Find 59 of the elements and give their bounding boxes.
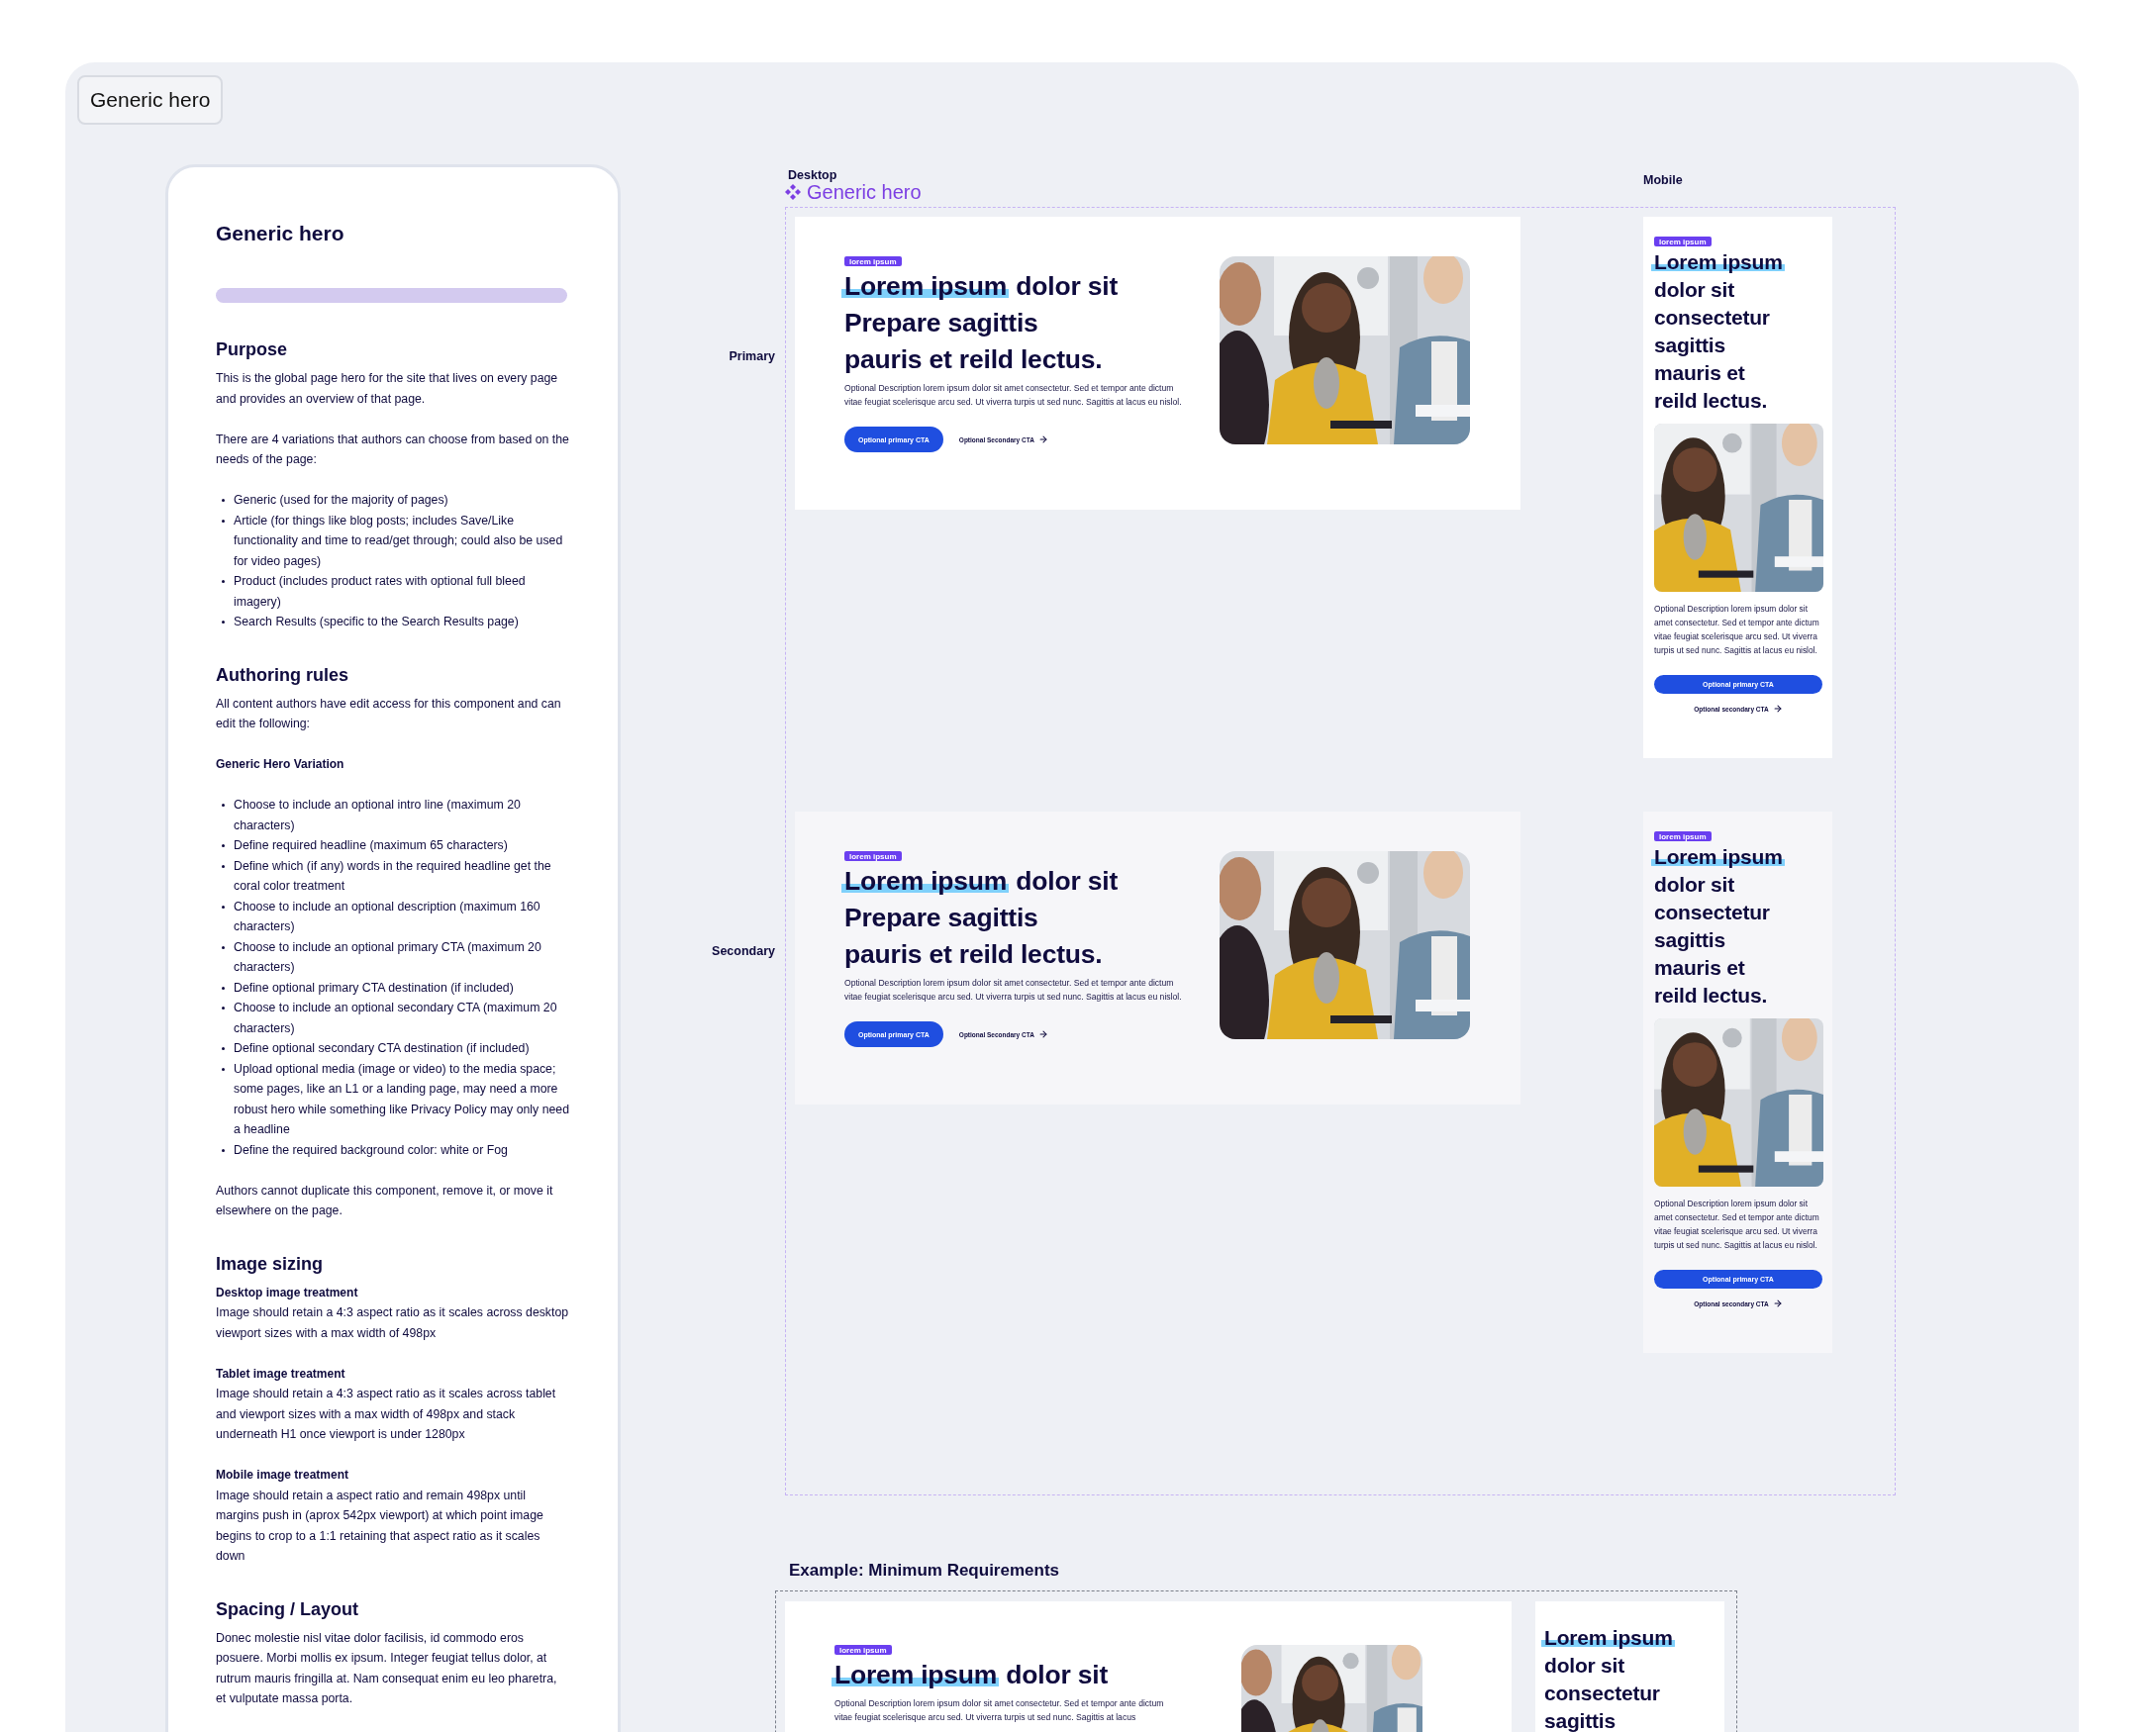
list-item: Define optional secondary CTA destination (if included): [221, 1038, 570, 1059]
list-item: Define which (if any) words in the required headline get the coral color treatment: [221, 855, 570, 897]
section-heading: Image sizing: [216, 1252, 325, 1276]
body-text: Donec molestie nisl vitae dolor facilisis, id commodo eros posuere. Morbi mollis ex ipsum. Integer feugiat tellus dolor, at rutrum mauris fringilla at. Nam consequat enim eu leo pharetra, et vulputate massa porta.: [216, 1629, 558, 1707]
intro-tag: lorem ipsum: [1654, 237, 1712, 246]
hero-headline: Lorem ipsum dolor sit: [834, 1657, 1109, 1693]
arrow-right-icon: [1037, 1029, 1048, 1039]
list-item: Choose to include an optional secondary CTA (maximum 20 characters): [221, 998, 570, 1038]
intro-tag: lorem ipsum: [844, 256, 902, 266]
list-item: Define optional primary CTA destination (if included): [221, 977, 570, 998]
component-icon: [785, 184, 801, 200]
list-item: Choose to include an optional primary CTA (maximum 20 characters): [221, 936, 570, 978]
body-text: There are 4 variations that authors can choose from based on the needs of the page:: [216, 431, 570, 468]
hero-headline: Lorem ipsum dolor sit consectetur sagittis mauris et reild lectus.: [1654, 248, 1785, 415]
intro-tag: lorem ipsum: [1654, 831, 1712, 841]
list-item: Search Results (specific to the Search Results page): [221, 612, 570, 632]
section-heading: Authoring rules: [216, 663, 349, 687]
mobile-label: Mobile: [1643, 174, 1683, 186]
hero-headline: Lorem ipsum dolor sit Prepare sagittis pauris et reild lectus.: [844, 863, 1119, 973]
intro-tag: lorem ipsum: [834, 1645, 892, 1655]
hero-description: Optional Description lorem ipsum dolor sit amet consectetur. Sed et tempor ante dictum vitae feugiat scelerisque arcu sed. Ut viverra turpis ut sed nunc. Sagittis at lacus eu nislol.: [844, 382, 1183, 409]
example-title: Example: Minimum Requirements: [789, 1561, 1060, 1581]
body-text: Authors cannot duplicate this component, remove it, or move it elsewhere on the page.: [216, 1182, 554, 1219]
list-item: Upload optional media (image or video) to the media space; some pages, like an L1 or a landing page, may need a more robust hero while something like Privacy Policy may only need a headline: [221, 1058, 570, 1140]
body-text: All content authors have edit access for this component and can edit the following:: [216, 695, 562, 732]
component-name: Generic hero: [807, 181, 922, 203]
variant-label: Primary: [729, 349, 775, 365]
list-item: Choose to include an optional description (maximum 160 characters): [221, 896, 570, 937]
hero-description: Optional Description lorem ipsum dolor sit amet consectetur. Sed et tempor ante dictum vitae feugiat scelerisque arcu sed. Ut viverra turpis ut sed nunc. Sagittis at lacus eu nislol.: [1654, 1198, 1820, 1252]
intro-tag: lorem ipsum: [844, 851, 902, 861]
body-text: Image should retain a 4:3 aspect ratio as it scales across desktop viewport sizes with a max width of 498px: [216, 1304, 570, 1342]
doc-title: Generic hero: [216, 221, 345, 246]
hero-headline: Lorem ipsum dolor sit consectetur sagittis mauris et reild lectus.: [1654, 843, 1785, 1010]
arrow-right-icon: [1772, 704, 1783, 714]
subheading: Desktop image treatment: [216, 1284, 359, 1301]
list-item: Article (for things like blog posts; includes Save/Like functionality and time to read/get through; could also be used for video pages): [221, 510, 570, 571]
list-item: Define required headline (maximum 65 characters): [221, 835, 570, 856]
body-text: This is the global page hero for the site that lives on every page and provides an overview of that page.: [216, 370, 559, 408]
hero-description: Optional Description lorem ipsum dolor sit amet consectetur. Sed et tempor ante dictum vitae feugiat scelerisque arcu sed. Ut viverra turpis ut sed nunc. Sagittis at lacus eu nislol.: [844, 977, 1183, 1004]
hero-description: Optional Description lorem ipsum dolor sit amet consectetur. Sed et tempor ante dictum vitae feugiat scelerisque arcu sed. Ut viverra turpis ut sed nunc. Sagittis at lacus eu nislol.: [1654, 603, 1820, 657]
list-item: Generic (used for the majority of pages): [221, 490, 570, 511]
hero-headline: Lorem ipsum dolor sit Prepare sagittis pauris et reild lectus.: [844, 268, 1119, 378]
section-heading: Spacing / Layout: [216, 1597, 360, 1621]
hero-headline: Lorem ipsum dolor sit consectetur sagittis: [1544, 1624, 1724, 1732]
list-item: Choose to include an optional intro line (maximum 20 characters): [221, 795, 570, 835]
variant-label: Secondary: [712, 944, 775, 960]
subheading: Tablet image treatment: [216, 1365, 346, 1383]
subheading: Mobile image treatment: [216, 1467, 350, 1484]
list-item: Product (includes product rates with optional full bleed imagery): [221, 571, 570, 612]
body-text: Image should retain a aspect ratio and remain 498px until margins push in (aprox 542px viewport) at which point image begins to crop to a 1:1 retaining that aspect ratio as it scales down: [216, 1487, 544, 1565]
body-text: Image should retain a 4:3 aspect ratio as it scales across tablet and viewport sizes with a max width of 498px and stack underneath H1 once viewport is under 1280px: [216, 1386, 557, 1443]
list-item: Define the required background color: white or Fog: [221, 1139, 570, 1160]
hero-description: Optional Description lorem ipsum dolor sit amet consectetur. Sed et tempor ante dictum vitae feugiat scelerisque arcu sed. Ut viverra turpis ut sed nunc. Sagittis at lacus: [834, 1697, 1165, 1724]
frame-tag[interactable]: Generic hero: [77, 75, 224, 125]
arrow-right-icon: [1772, 1299, 1783, 1308]
arrow-right-icon: [1037, 434, 1048, 444]
subheading: Generic Hero Variation: [216, 756, 345, 773]
section-heading: Purpose: [216, 338, 289, 361]
desktop-label: Desktop: [788, 169, 838, 181]
